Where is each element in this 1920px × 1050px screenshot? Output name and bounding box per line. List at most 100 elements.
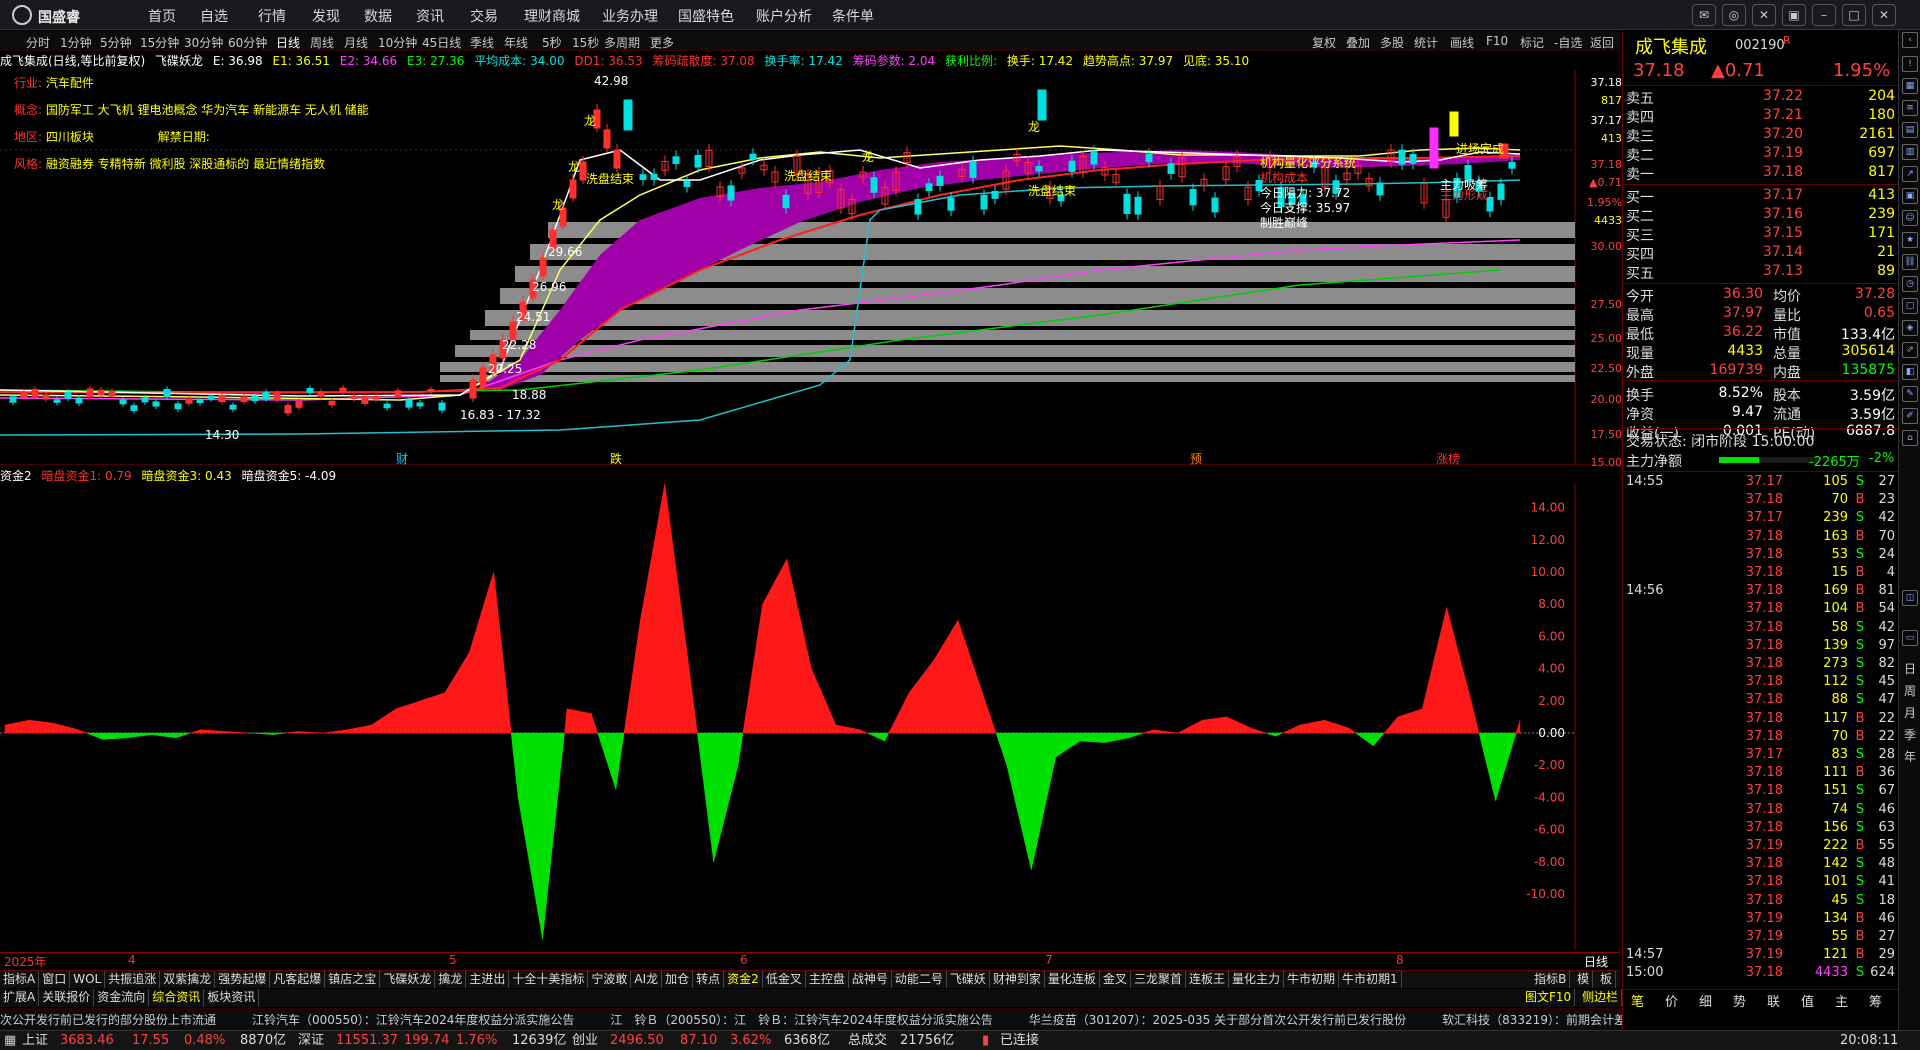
indicator-tab-2[interactable]: WOL <box>70 971 106 988</box>
indicator-tab-4[interactable]: 双紫擒龙 <box>160 971 216 988</box>
indicator-tab-5[interactable]: 强势起爆 <box>215 971 271 988</box>
news-item-0[interactable]: 次公开发行前已发行的部分股份上市流通 <box>0 1013 216 1027</box>
period-16[interactable]: 更多 <box>650 34 674 51</box>
ask-row-1[interactable]: 卖四 37.21 180 <box>1623 107 1899 126</box>
menu-item-9[interactable]: 国盛特色 <box>678 6 734 26</box>
bid-row-4[interactable]: 买五 37.13 89 <box>1623 263 1899 282</box>
tab-indicator-b[interactable]: 指标B <box>1531 971 1571 988</box>
toolbar-btn-7[interactable]: -自选 <box>1554 34 1582 51</box>
window-icon[interactable]: ▭ <box>1902 630 1918 646</box>
indicator-tab-13[interactable]: AI龙 <box>631 971 663 988</box>
quote-tab-5[interactable]: 值 <box>1801 991 1814 1010</box>
toolbar-btn-6[interactable]: 标记 <box>1520 34 1544 51</box>
tools-icon[interactable]: ✕ <box>1752 4 1776 26</box>
indicator-tab-26[interactable]: 连板王 <box>1186 971 1229 988</box>
indicator-tab-16[interactable]: 资金2 <box>724 971 763 988</box>
indicator-tab-9[interactable]: 擒龙 <box>435 971 467 988</box>
period-3[interactable]: 15分钟 <box>140 34 179 51</box>
toolbar-btn-0[interactable]: 复权 <box>1312 34 1336 51</box>
indicator-tab-27[interactable]: 量化主力 <box>1229 971 1284 988</box>
collapse-icon[interactable]: ‹ <box>1902 32 1918 48</box>
menu-item-11[interactable]: 条件单 <box>832 6 874 26</box>
toolbar-btn-3[interactable]: 统计 <box>1414 34 1438 51</box>
tag-icon[interactable]: ⌂ <box>1902 430 1918 446</box>
period-15[interactable]: 多周期 <box>604 34 640 51</box>
bottom-tab-1[interactable]: 关联报价 <box>39 989 95 1006</box>
minimize-icon[interactable]: – <box>1812 4 1836 26</box>
news-item-1[interactable]: 江铃汽车（000550）：江铃汽车2024年度权益分派实施公告 <box>252 1013 574 1027</box>
grid-icon[interactable]: ▦ <box>1902 78 1918 94</box>
indicator-tab-0[interactable]: 指标A <box>0 971 40 988</box>
rss-icon[interactable]: ◈ <box>1902 320 1918 336</box>
menu-item-2[interactable]: 行情 <box>258 6 286 26</box>
indicator-tab-28[interactable]: 牛市初期 <box>1284 971 1339 988</box>
link-icon[interactable]: ⛓ <box>1902 254 1918 270</box>
indicator-tab-18[interactable]: 主控盘 <box>806 971 849 988</box>
indicator-tab-22[interactable]: 财神到家 <box>990 971 1045 988</box>
tab-sidebar[interactable]: 侧边栏 <box>1579 989 1623 1006</box>
star-icon[interactable]: ★ <box>1902 232 1918 248</box>
side-period-1[interactable]: 周 <box>1902 682 1918 699</box>
indicator-tab-15[interactable]: 转点 <box>693 971 725 988</box>
menu-item-5[interactable]: 资讯 <box>416 6 444 26</box>
menu-item-0[interactable]: 首页 <box>148 6 176 26</box>
lower-indicator-name[interactable]: 资金2 <box>0 469 32 483</box>
quote-tab-3[interactable]: 势 <box>1733 991 1746 1010</box>
bottom-tab-0[interactable]: 扩展A <box>0 989 40 1006</box>
side-period-2[interactable]: 月 <box>1902 704 1918 721</box>
indicator-tab-24[interactable]: 金叉 <box>1100 971 1131 988</box>
layers-icon[interactable]: ▥ <box>1902 144 1918 160</box>
period-14[interactable]: 15秒 <box>572 34 599 51</box>
quote-tab-4[interactable]: 联 <box>1767 991 1780 1010</box>
indicator-tab-20[interactable]: 动能二号 <box>892 971 947 988</box>
indicator-tab-6[interactable]: 凡客起爆 <box>270 971 326 988</box>
bid-row-3[interactable]: 买四 37.14 21 <box>1623 244 1899 263</box>
clock-icon[interactable]: ◷ <box>1902 276 1918 292</box>
side-period-0[interactable]: 日 <box>1902 660 1918 677</box>
tab-mo[interactable]: 模 <box>1574 971 1594 988</box>
book-icon[interactable]: ▢ <box>1902 298 1918 314</box>
period-6[interactable]: 日线 <box>276 34 300 51</box>
toolbar-btn-5[interactable]: F10 <box>1486 34 1508 48</box>
chat-icon[interactable]: ◎ <box>1722 4 1746 26</box>
quote-tab-6[interactable]: 主 <box>1835 991 1848 1010</box>
period-7[interactable]: 周线 <box>310 34 334 51</box>
menu-item-3[interactable]: 发现 <box>312 6 340 26</box>
tab-f10[interactable]: 图文F10 <box>1522 989 1576 1006</box>
ask-row-0[interactable]: 卖五 37.22 204 <box>1623 88 1899 107</box>
panel-icon[interactable]: ◫ <box>1902 590 1918 606</box>
bottom-tab-4[interactable]: 板块资讯 <box>204 989 260 1006</box>
side-period-3[interactable]: 季 <box>1902 726 1918 743</box>
period-8[interactable]: 月线 <box>344 34 368 51</box>
bid-row-1[interactable]: 买二 37.16 239 <box>1623 206 1899 225</box>
quote-tab-1[interactable]: 价 <box>1665 991 1678 1010</box>
toolbar-btn-8[interactable]: 返回 <box>1590 34 1614 51</box>
indicator-tab-7[interactable]: 镇店之宝 <box>325 971 381 988</box>
period-2[interactable]: 5分钟 <box>100 34 132 51</box>
person-icon[interactable]: ☺ <box>1902 210 1918 226</box>
indicator-tab-3[interactable]: 共振追涨 <box>105 971 161 988</box>
toolbar-btn-2[interactable]: 多股 <box>1380 34 1404 51</box>
menu-item-1[interactable]: 自选 <box>200 6 228 26</box>
doc-icon[interactable]: ▤ <box>1902 122 1918 138</box>
cart-icon[interactable]: ▣ <box>1902 188 1918 204</box>
menu-item-7[interactable]: 理财商城 <box>524 6 580 26</box>
ask-row-4[interactable]: 卖一 37.18 817 <box>1623 164 1899 183</box>
indicator-tab-25[interactable]: 三龙聚首 <box>1131 971 1186 988</box>
menu-item-8[interactable]: 业务办理 <box>602 6 658 26</box>
period-1[interactable]: 1分钟 <box>60 34 92 51</box>
pencil-icon[interactable]: ✎ <box>1902 386 1918 402</box>
quote-tab-7[interactable]: 筹 <box>1869 991 1882 1010</box>
news-item-2[interactable]: 江 铃Ｂ（200550）：江 铃Ｂ：江铃汽车2024年度权益分派实施公告 <box>610 1013 992 1027</box>
indicator-tab-29[interactable]: 牛市初期1 <box>1339 971 1402 988</box>
period-4[interactable]: 30分钟 <box>184 34 223 51</box>
indicator-tab-19[interactable]: 战神号 <box>849 971 892 988</box>
indicator-name[interactable]: 飞碟妖龙 <box>155 54 203 68</box>
indicator-tab-17[interactable]: 低金叉 <box>763 971 806 988</box>
chart-icon[interactable]: ↗ <box>1902 166 1918 182</box>
news-item-3[interactable]: 华兰疫苗（301207）：2025-035 关于部分首次公开发行前已发行股份 <box>1029 1013 1406 1027</box>
alert-icon[interactable]: ! <box>1902 56 1918 72</box>
x-period[interactable]: 日线 <box>1584 953 1608 970</box>
toolbar-btn-4[interactable]: 画线 <box>1450 34 1474 51</box>
indicator-tab-23[interactable]: 量化连板 <box>1045 971 1100 988</box>
